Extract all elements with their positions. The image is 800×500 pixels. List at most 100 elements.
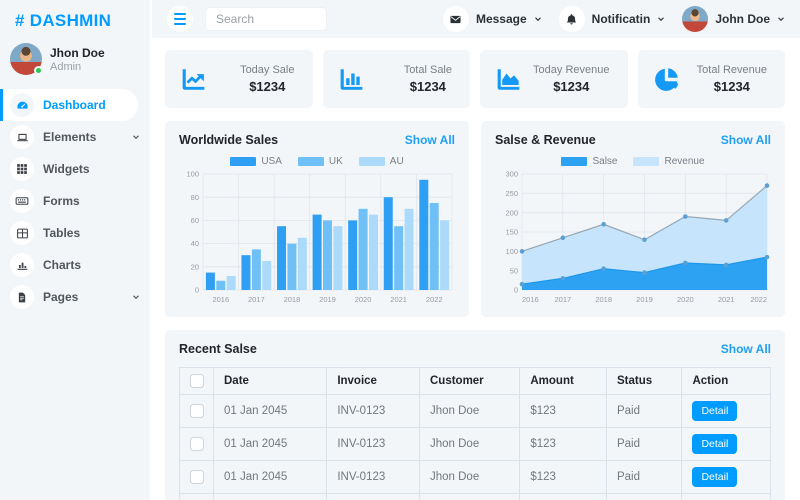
legend-label: USA: [261, 156, 282, 167]
chevron-down-icon: [777, 15, 785, 23]
salse-revenue-area-chart: 0501001502002503002016201720182019202020…: [495, 169, 771, 307]
message-label: Message: [476, 12, 527, 26]
main-area: Message Notificatin John Doe Today Sale $…: [150, 0, 800, 500]
notification-dropdown[interactable]: Notificatin: [559, 6, 666, 32]
svg-text:2020: 2020: [677, 295, 694, 304]
stat-card-total-sale: Total Sale$1234: [323, 50, 471, 108]
sidebar-item-tables[interactable]: Tables: [0, 217, 150, 249]
message-dropdown[interactable]: Message: [443, 6, 542, 32]
hamburger-icon[interactable]: [167, 6, 193, 32]
cell-date: 01 Jan 2045: [214, 494, 327, 500]
row-checkbox[interactable]: [190, 437, 204, 451]
notification-label: Notificatin: [592, 12, 651, 26]
legend-item-uk[interactable]: UK: [298, 156, 343, 167]
stat-label: Today Sale: [240, 64, 294, 76]
sidebar-item-label: Tables: [43, 226, 80, 240]
recent-salse-title: Recent Salse: [179, 342, 257, 356]
chart-bar-icon: [10, 253, 34, 277]
column-header-status: Status: [606, 368, 681, 395]
stat-card-today-sale: Today Sale $1234: [165, 50, 313, 108]
sidebar-item-forms[interactable]: Forms: [0, 185, 150, 217]
show-all-link[interactable]: Show All: [721, 133, 771, 147]
svg-text:100: 100: [505, 247, 518, 256]
stat-card-total-revenue: Total Revenue$1234: [638, 50, 786, 108]
cell-status: Paid: [606, 494, 681, 500]
svg-text:2017: 2017: [248, 295, 265, 304]
bar-chart-legend: USA UK AU: [179, 156, 455, 167]
detail-button[interactable]: Detail: [692, 434, 737, 454]
svg-text:2021: 2021: [390, 295, 407, 304]
detail-button[interactable]: Detail: [692, 467, 737, 487]
cell-amount: $123: [520, 461, 607, 494]
sidebar-item-dashboard[interactable]: Dashboard: [0, 89, 138, 121]
show-all-link[interactable]: Show All: [721, 342, 771, 356]
salse-revenue-title: Salse & Revenue: [495, 133, 596, 147]
svg-text:2019: 2019: [319, 295, 336, 304]
legend-label: AU: [390, 156, 404, 167]
worldwide-sales-bar-chart: 0204060801002016201720182019202020212022: [179, 169, 455, 307]
svg-text:100: 100: [186, 170, 199, 179]
grid-icon: [10, 157, 34, 181]
chevron-down-icon: [657, 15, 665, 23]
salse-revenue-card: Salse & Revenue Show All SalseRevenue 05…: [481, 121, 785, 317]
svg-text:2022: 2022: [426, 295, 443, 304]
avatar: [682, 6, 708, 32]
sidebar: # DASHMIN Jhon Doe Admin DashboardElemen…: [0, 0, 150, 500]
cell-amount: $123: [520, 428, 607, 461]
cell-invoice: INV-0123: [327, 428, 420, 461]
show-all-link[interactable]: Show All: [405, 133, 455, 147]
worldwide-sales-card: Worldwide Sales Show All USAUKAU 0204060…: [165, 121, 469, 317]
row-checkbox[interactable]: [190, 470, 204, 484]
detail-button[interactable]: Detail: [692, 401, 737, 421]
app-logo[interactable]: # DASHMIN: [0, 0, 150, 39]
sidebar-item-pages[interactable]: Pages: [0, 281, 150, 313]
cell-date: 01 Jan 2045: [214, 461, 327, 494]
legend-swatch: [298, 157, 324, 166]
svg-text:200: 200: [505, 208, 518, 217]
legend-swatch: [633, 157, 659, 166]
legend-item-revenue[interactable]: Revenue: [633, 156, 704, 167]
table-row: 01 Jan 2045INV-0123Jhon Doe$123PaidDetai…: [180, 395, 771, 428]
legend-item-usa[interactable]: USA: [230, 156, 282, 167]
recent-salse-card: Recent Salse Show All DateInvoiceCustome…: [165, 330, 785, 500]
chart-line-icon: [179, 65, 208, 94]
select-all-checkbox[interactable]: [190, 374, 204, 388]
row-checkbox[interactable]: [190, 404, 204, 418]
sidebar-item-elements[interactable]: Elements: [0, 121, 150, 153]
column-header-amount: Amount: [520, 368, 607, 395]
column-header-date: Date: [214, 368, 327, 395]
svg-text:300: 300: [505, 170, 518, 179]
legend-label: Salse: [592, 156, 617, 167]
cell-customer: Jhon Doe: [419, 461, 519, 494]
stat-label: Total Sale: [404, 64, 452, 76]
tachometer-icon: [10, 93, 34, 117]
svg-text:0: 0: [195, 286, 199, 295]
legend-item-salse[interactable]: Salse: [561, 156, 617, 167]
table-row: 01 Jan 2045INV-0123Jhon Doe$123PaidDetai…: [180, 494, 771, 500]
cell-status: Paid: [606, 461, 681, 494]
search-input[interactable]: [205, 7, 327, 31]
column-header-invoice: Invoice: [327, 368, 420, 395]
sidebar-item-widgets[interactable]: Widgets: [0, 153, 150, 185]
cell-date: 01 Jan 2045: [214, 395, 327, 428]
sidebar-user-name: Jhon Doe: [50, 46, 105, 61]
cell-invoice: INV-0123: [327, 461, 420, 494]
sidebar-item-label: Forms: [43, 194, 80, 208]
chart-column-icon: [337, 65, 366, 94]
column-header-action: Action: [682, 368, 771, 395]
cell-date: 01 Jan 2045: [214, 428, 327, 461]
legend-item-au[interactable]: AU: [359, 156, 404, 167]
bell-icon: [559, 6, 585, 32]
sidebar-item-label: Widgets: [43, 162, 90, 176]
svg-text:250: 250: [505, 189, 518, 198]
sidebar-user-role: Admin: [50, 61, 105, 73]
legend-label: Revenue: [664, 156, 704, 167]
table-row: 01 Jan 2045INV-0123Jhon Doe$123PaidDetai…: [180, 428, 771, 461]
stat-value: $1234: [249, 79, 285, 94]
svg-text:50: 50: [510, 266, 518, 275]
cell-status: Paid: [606, 428, 681, 461]
sidebar-item-charts[interactable]: Charts: [0, 249, 150, 281]
svg-text:2018: 2018: [595, 295, 612, 304]
user-dropdown[interactable]: John Doe: [682, 6, 785, 32]
sidebar-user[interactable]: Jhon Doe Admin: [0, 39, 150, 89]
